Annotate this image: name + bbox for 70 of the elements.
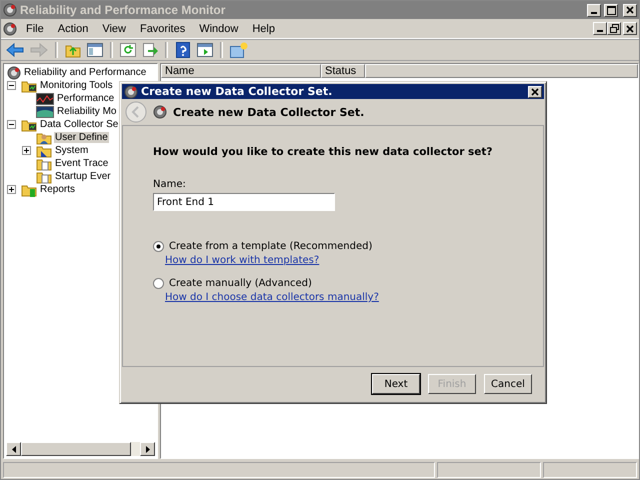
tree-item[interactable]: Event Trace xyxy=(54,158,110,169)
tree-item[interactable]: Monitoring Tools xyxy=(39,80,114,91)
dialog-button[interactable]: Cancel xyxy=(484,374,532,394)
dialog-icon xyxy=(124,84,138,98)
restore-icon xyxy=(610,24,618,33)
menu-item[interactable]: Favorites xyxy=(132,22,192,34)
refresh-icon[interactable] xyxy=(120,42,136,58)
left-arrow-icon[interactable] xyxy=(12,446,16,452)
restore-button[interactable] xyxy=(607,22,621,35)
folder-icon xyxy=(21,78,37,92)
folder-icon xyxy=(21,118,37,132)
new-window-icon[interactable] xyxy=(230,42,248,58)
right-arrow-icon[interactable] xyxy=(146,446,150,452)
tree-item[interactable]: Performance xyxy=(56,93,116,104)
chart-icon xyxy=(36,92,54,104)
folder-icon xyxy=(36,156,52,170)
folder-icon xyxy=(36,170,52,184)
close-icon xyxy=(626,24,634,32)
radio-button[interactable] xyxy=(153,278,164,289)
expand-icon[interactable] xyxy=(22,146,31,155)
folder-icon xyxy=(36,130,52,144)
tree-item[interactable]: Reliability and Performance xyxy=(23,67,148,78)
column-header[interactable]: Status xyxy=(321,64,365,78)
close-button[interactable] xyxy=(528,86,542,98)
minimize-button[interactable] xyxy=(593,22,607,35)
question-text: How would you like to create this new data collector set? xyxy=(153,146,493,158)
back-icon[interactable] xyxy=(6,42,24,58)
name-field[interactable]: Front End 1 xyxy=(153,193,335,211)
tree-item[interactable]: Reliability Mo xyxy=(56,106,118,117)
wizard-heading: Create new Data Collector Set. xyxy=(173,106,364,118)
radio-button[interactable] xyxy=(153,241,164,252)
expand-icon[interactable] xyxy=(7,185,16,194)
option-label[interactable]: Create manually (Advanced) xyxy=(169,278,312,289)
collapse-icon[interactable] xyxy=(7,81,16,90)
tree-item[interactable]: System xyxy=(54,145,90,156)
option-label[interactable]: Create from a template (Recommended) xyxy=(169,241,372,252)
maximize-icon xyxy=(606,6,616,14)
dialog-button[interactable]: Next xyxy=(372,374,420,394)
close-icon xyxy=(626,6,634,14)
window-title: Reliability and Performance Monitor xyxy=(20,3,226,17)
menu-item[interactable]: Window xyxy=(192,22,246,34)
tree-item[interactable]: User Define xyxy=(54,132,109,143)
minimize-icon xyxy=(597,30,603,32)
tree-item[interactable]: Reports xyxy=(39,184,76,195)
help-link[interactable]: How do I choose data collectors manually? xyxy=(165,292,379,303)
tree-item[interactable]: Startup Ever xyxy=(54,171,112,182)
app-menu-icon[interactable] xyxy=(3,22,17,36)
horizontal-scrollbar[interactable] xyxy=(6,442,155,456)
dialog-title: Create new Data Collector Set. xyxy=(141,85,334,98)
tree-item[interactable]: Data Collector Se xyxy=(39,119,120,130)
wizard-icon xyxy=(153,105,167,119)
column-header[interactable]: Name xyxy=(161,64,321,78)
collapse-icon[interactable] xyxy=(7,120,16,129)
menu-item[interactable]: File xyxy=(19,22,51,34)
menu-item[interactable]: Action xyxy=(50,22,96,34)
help-icon[interactable] xyxy=(175,42,191,58)
minimize-icon xyxy=(591,12,597,14)
close-icon xyxy=(531,88,539,96)
close-button[interactable] xyxy=(623,22,637,35)
gear-icon xyxy=(7,66,21,80)
menu-item[interactable]: View xyxy=(95,22,133,34)
graph-icon xyxy=(36,106,54,118)
menu-item[interactable]: Help xyxy=(245,22,282,34)
help-link[interactable]: How do I work with templates? xyxy=(165,255,379,266)
panel-play-icon[interactable] xyxy=(197,42,213,58)
export-icon[interactable] xyxy=(142,42,158,58)
panel-icon[interactable] xyxy=(87,42,103,58)
folder-icon xyxy=(36,144,52,158)
name-label: Name: xyxy=(153,179,186,190)
folder-icon xyxy=(21,182,37,196)
